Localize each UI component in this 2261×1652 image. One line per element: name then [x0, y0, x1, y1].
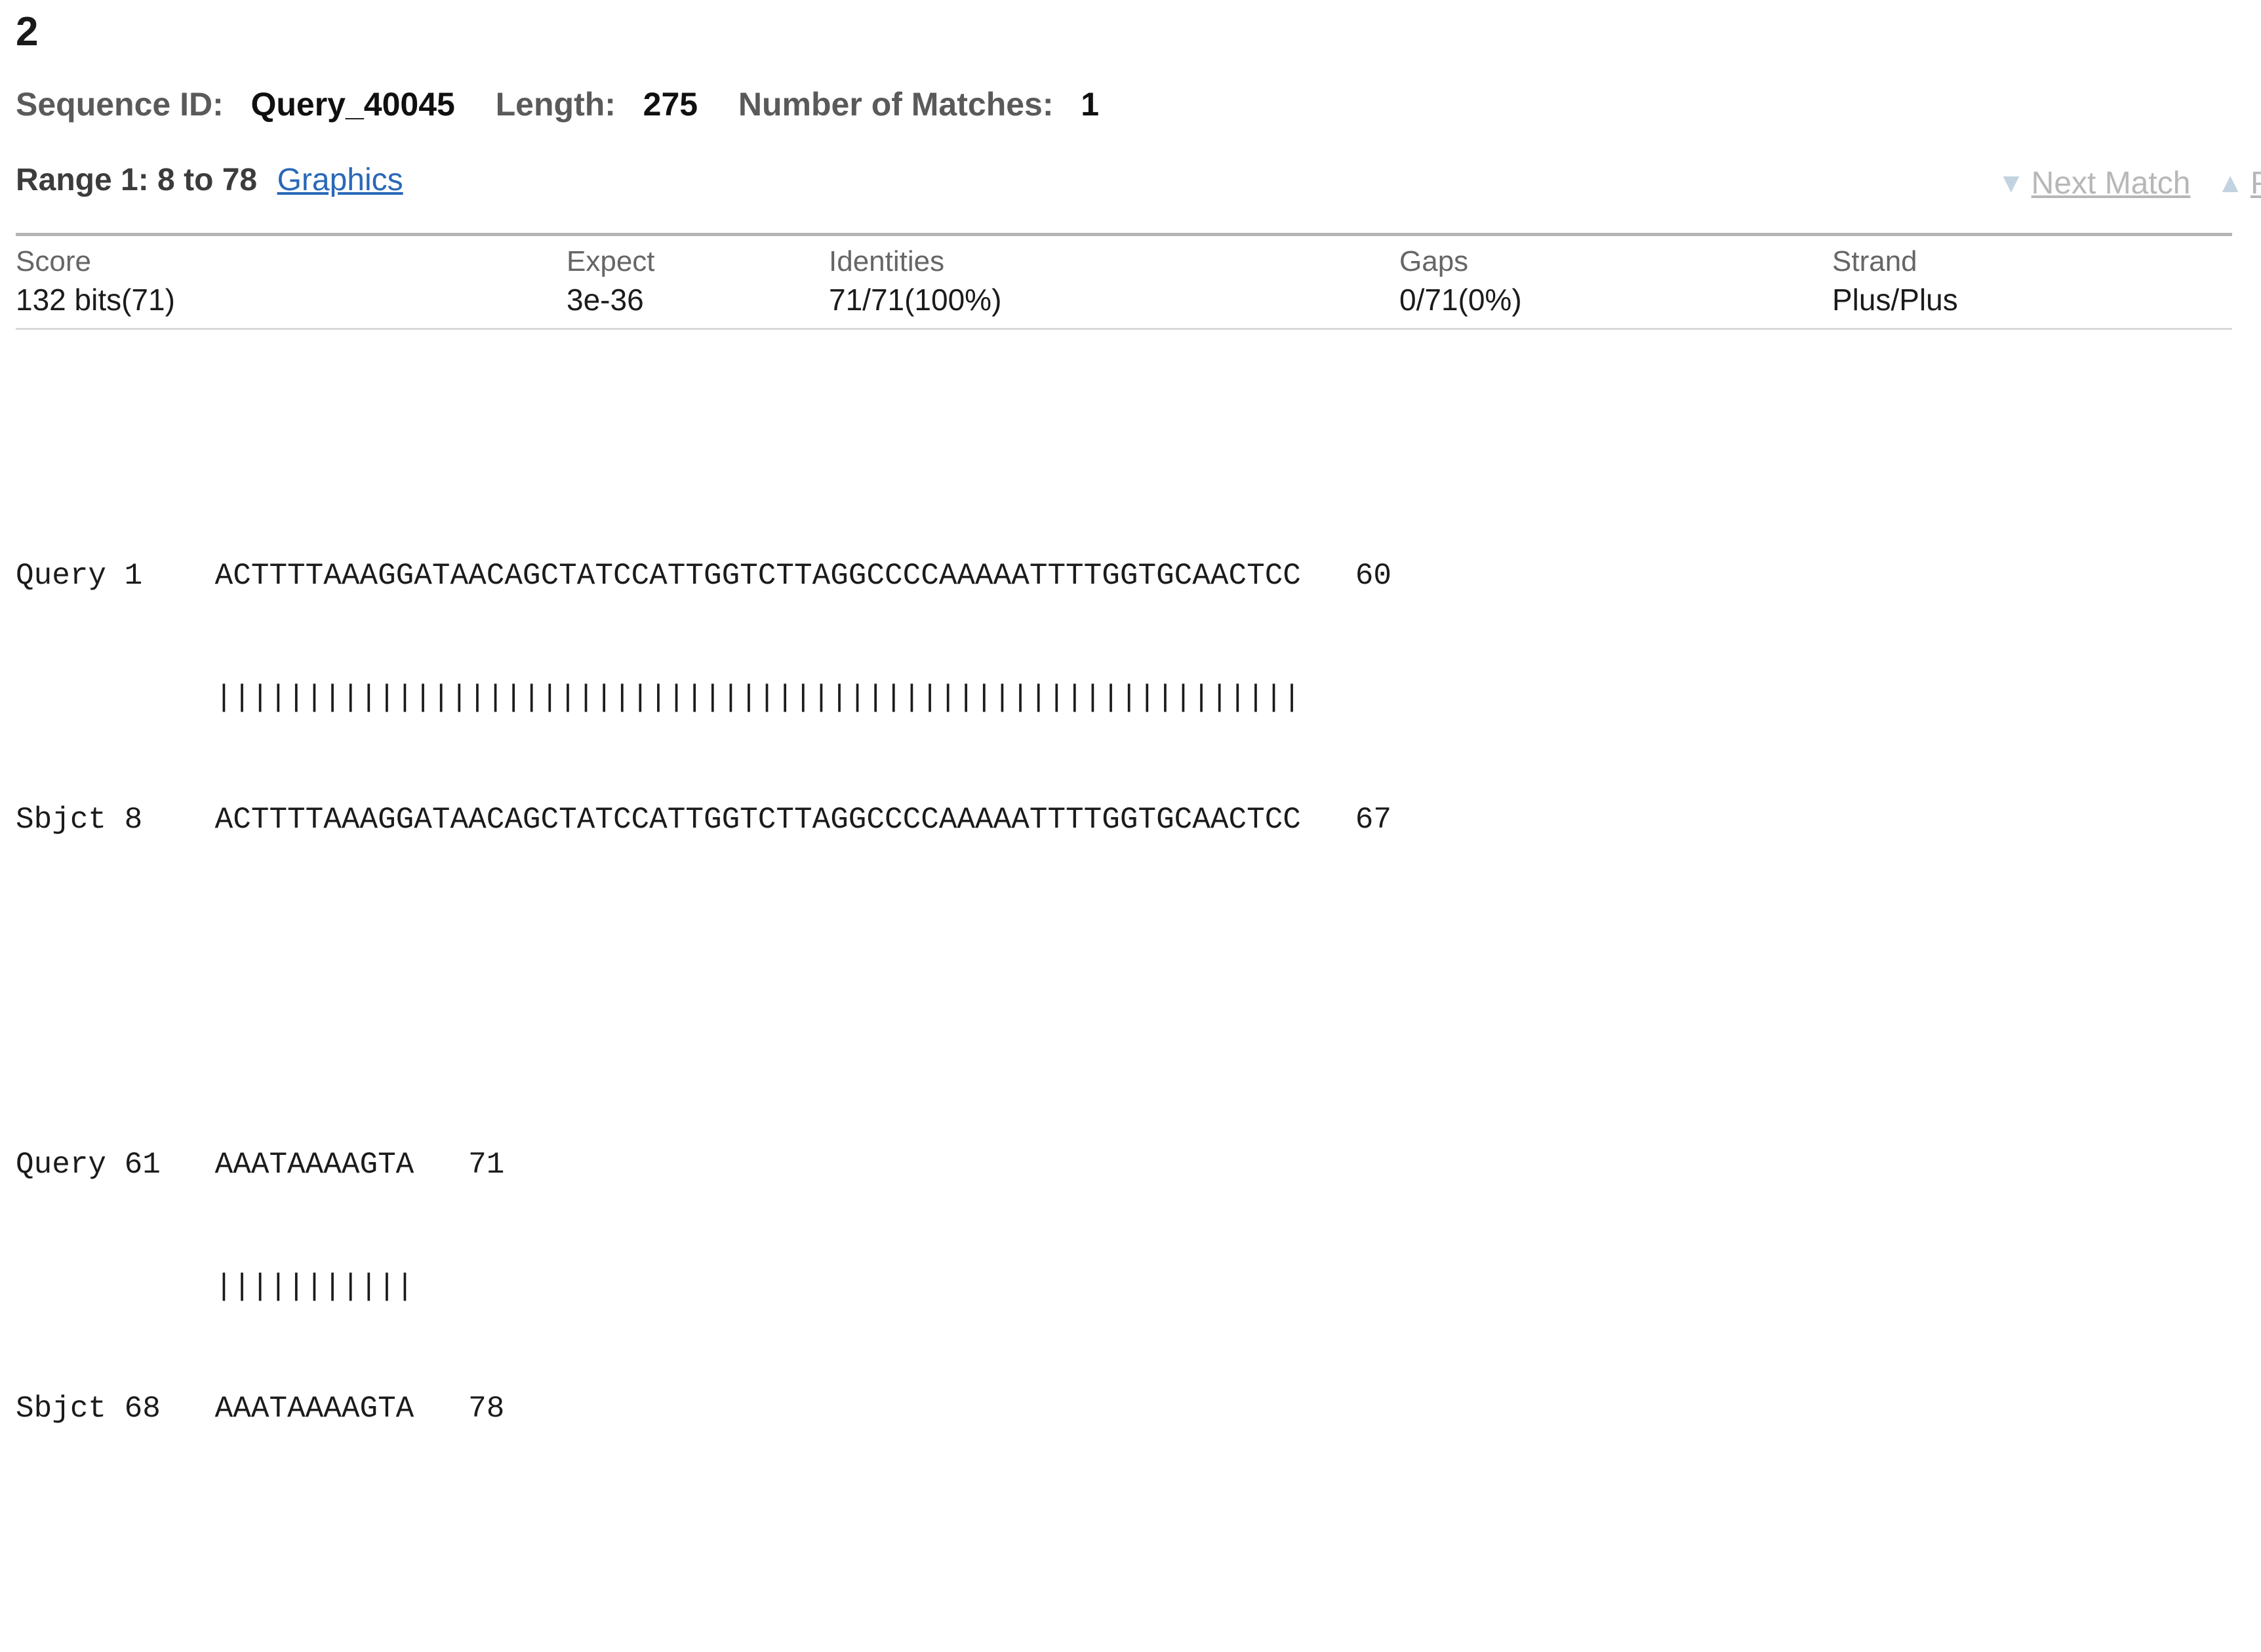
query-label: Query: [16, 1148, 107, 1182]
alignment-subject-row: Sbjct 8 ACTTTTAAAGGATAACAGCTATCCATTGGTCTTA…: [16, 799, 2261, 840]
stats-header-strand: Strand: [1832, 245, 1917, 277]
subject-start-position: 8: [124, 803, 143, 837]
alignment-stats-table: Score Expect Identities Gaps Strand 132 …: [16, 233, 2232, 330]
alignment-midline: ||||||||||||||||||||||||||||||||||||||||…: [214, 681, 1301, 715]
matches-value: 1: [1081, 86, 1100, 123]
subject-end-position: 78: [468, 1392, 505, 1426]
alignment-block: Query 1 ACTTTTAAAGGATAACAGCTATCCATTGGTCTTA…: [16, 474, 2261, 921]
match-navigation: ▼ Next Match ▲ P: [1997, 163, 2261, 201]
stats-value-gaps: 0/71(0%): [1399, 283, 1522, 317]
length-value: 275: [643, 86, 698, 123]
subject-end-position: 67: [1355, 803, 1391, 837]
alignment-midline: |||||||||||: [214, 1270, 414, 1304]
subject-sequence: ACTTTTAAAGGATAACAGCTATCCATTGGTCTTAGGCCCC…: [214, 803, 1301, 837]
stats-header-expect: Expect: [567, 245, 655, 277]
subject-sequence: AAATAAAAGTA: [214, 1392, 414, 1426]
stats-header-identities: Identities: [829, 245, 945, 277]
alignment-query-row: Query 1 ACTTTTAAAGGATAACAGCTATCCATTGGTCTTA…: [16, 555, 2261, 596]
stats-value-strand: Plus/Plus: [1832, 283, 1958, 317]
stats-value-score: 132 bits(71): [16, 283, 175, 317]
alignment-block: Query 61 AAATAAAAGTA 71 ||||||||||| Sbjct 68…: [16, 1063, 2261, 1510]
sequence-id-value: Query_40045: [250, 86, 455, 123]
stats-header-score: Score: [16, 245, 91, 277]
alignment-midline-row: ||||||||||||||||||||||||||||||||||||||||…: [16, 677, 2261, 718]
stats-value-row: 132 bits(71) 3e-36 71/71(100%) 0/71(0%) …: [16, 281, 2232, 328]
blast-alignment-panel: 2 Sequence ID: Query_40045 Length: 275 N…: [0, 9, 2261, 1426]
range-title: Range 1: 8 to 78: [16, 163, 258, 197]
subject-label: Sbjct: [16, 1392, 107, 1426]
range-row: Range 1: 8 to 78 Graphics ▼ Next Match ▲ P: [16, 162, 2261, 204]
query-label: Query: [16, 559, 107, 593]
stats-value-expect: 3e-36: [567, 283, 644, 317]
stats-value-identities: 71/71(100%): [829, 283, 1002, 317]
next-match-link[interactable]: Next Match: [2031, 166, 2191, 201]
sequence-meta-line: Sequence ID: Query_40045 Length: 275 Num…: [16, 87, 2261, 123]
chevron-down-icon[interactable]: ▼: [1997, 167, 2025, 199]
subject-start-position: 68: [124, 1392, 161, 1426]
matches-label: Number of Matches:: [738, 86, 1054, 123]
stats-header-row: Score Expect Identities Gaps Strand: [16, 236, 2232, 281]
subject-label: Sbjct: [16, 803, 107, 837]
alignment-midline-row: |||||||||||: [16, 1266, 2261, 1307]
hit-number-title: 2: [16, 9, 39, 54]
stats-header-gaps: Gaps: [1399, 245, 1469, 277]
query-end-position: 60: [1355, 559, 1391, 593]
query-sequence: ACTTTTAAAGGATAACAGCTATCCATTGGTCTTAGGCCCC…: [214, 559, 1301, 593]
query-end-position: 71: [468, 1148, 505, 1182]
query-start-position: 1: [124, 559, 143, 593]
query-sequence: AAATAAAAGTA: [214, 1148, 414, 1182]
graphics-link[interactable]: Graphics: [277, 163, 403, 197]
chevron-up-icon[interactable]: ▲: [2216, 167, 2244, 199]
alignment-text: Query 1 ACTTTTAAAGGATAACAGCTATCCATTGGTCTTA…: [16, 352, 2261, 1652]
length-label: Length:: [495, 86, 616, 123]
sequence-id-label: Sequence ID:: [16, 86, 224, 123]
previous-match-link[interactable]: P: [2251, 166, 2261, 201]
query-start-position: 61: [124, 1148, 161, 1182]
alignment-query-row: Query 61 AAATAAAAGTA 71: [16, 1144, 2261, 1185]
alignment-subject-row: Sbjct 68 AAATAAAAGTA 78: [16, 1388, 2261, 1429]
